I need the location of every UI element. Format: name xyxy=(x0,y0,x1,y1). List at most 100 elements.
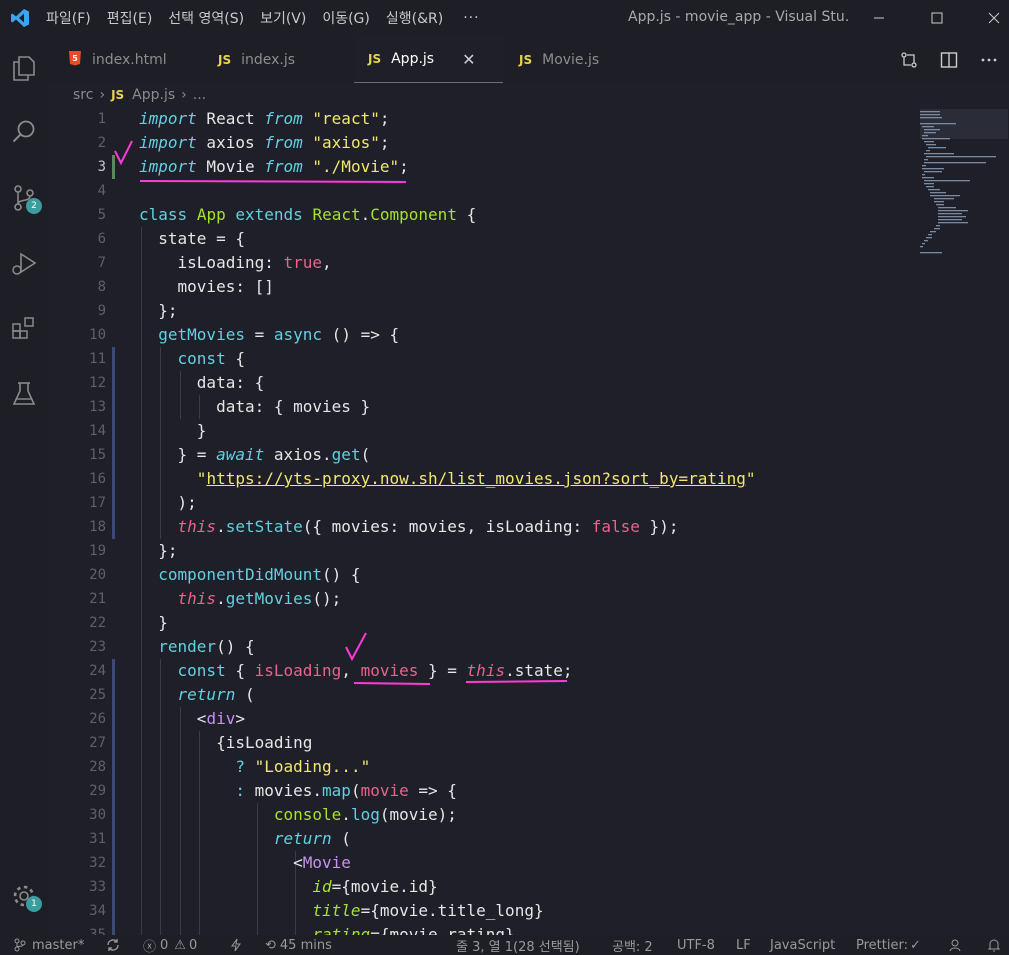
menu-file[interactable]: 파일(F) xyxy=(46,8,91,28)
code-line[interactable]: 13 data: { movies } xyxy=(48,395,918,419)
code-line[interactable]: 1 import React from "react"; xyxy=(48,107,918,131)
compare-changes-icon[interactable] xyxy=(889,51,929,69)
code-text: import axios from "axios"; xyxy=(139,131,389,155)
code-line[interactable]: 30 console.log(movie); xyxy=(48,803,918,827)
code-line[interactable]: 28 ? "Loading..." xyxy=(48,755,918,779)
code-line[interactable]: 11 const { xyxy=(48,347,918,371)
tab-index-html[interactable]: 5 index.html xyxy=(68,36,167,83)
split-editor-icon[interactable] xyxy=(929,51,969,69)
js-file-icon: JS xyxy=(218,52,232,67)
code-line[interactable]: 24 const { isLoading, movies } = this.st… xyxy=(48,659,918,683)
code-line[interactable]: 10 getMovies = async () => { xyxy=(48,323,918,347)
code-line[interactable]: 23 render() { xyxy=(48,635,918,659)
code-line[interactable]: 8 movies: [] xyxy=(48,275,918,299)
notifications-bell-icon[interactable] xyxy=(987,935,1001,955)
breadcrumb-file[interactable]: App.js xyxy=(132,87,175,103)
breadcrumb-more[interactable]: ... xyxy=(193,87,206,103)
html5-icon: 5 xyxy=(68,50,82,69)
code-token: const xyxy=(177,661,226,680)
code-line[interactable]: 21 this.getMovies(); xyxy=(48,587,918,611)
close-window-button[interactable] xyxy=(971,0,1009,36)
problems-indicator[interactable]: ⓧ 0 ⚠ 0 xyxy=(143,935,197,955)
code-token: https://yts-proxy.now.sh/list_movies.jso… xyxy=(206,469,746,488)
menu-more-button[interactable]: ··· xyxy=(463,10,479,26)
tab-app-js[interactable]: JS App.js ✕ xyxy=(354,36,503,83)
search-icon[interactable] xyxy=(0,108,48,156)
code-line[interactable]: 26 <div> xyxy=(48,707,918,731)
code-line[interactable]: 34 title={movie.title_long} xyxy=(48,899,918,923)
code-line[interactable]: 7 isLoading: true, xyxy=(48,251,918,275)
close-tab-icon[interactable]: ✕ xyxy=(462,50,475,69)
source-control-icon[interactable]: 2 xyxy=(0,174,48,222)
code-line[interactable]: 33 id={movie.id} xyxy=(48,875,918,899)
lightning-icon[interactable] xyxy=(230,935,242,955)
cursor-position[interactable]: 줄 3, 열 1(28 선택됨) xyxy=(456,935,580,955)
more-actions-icon[interactable] xyxy=(969,51,1009,69)
end-of-line[interactable]: LF xyxy=(736,935,751,955)
code-line[interactable]: 25 return ( xyxy=(48,683,918,707)
code-line[interactable]: 17 ); xyxy=(48,491,918,515)
code-line[interactable]: 12 data: { xyxy=(48,371,918,395)
menu-go[interactable]: 이동(G) xyxy=(322,8,370,28)
code-token: . xyxy=(360,205,371,224)
code-line[interactable]: 2 import axios from "axios"; xyxy=(48,131,918,155)
menu-view[interactable]: 보기(V) xyxy=(260,8,306,28)
feedback-icon[interactable] xyxy=(948,935,964,955)
code-line[interactable]: 20 componentDidMount() { xyxy=(48,563,918,587)
tab-movie-js[interactable]: JS Movie.js xyxy=(519,36,599,83)
breadcrumb-folder[interactable]: src xyxy=(73,87,93,103)
code-token: ; xyxy=(379,109,390,128)
code-line[interactable]: 14 } xyxy=(48,419,918,443)
extensions-icon[interactable] xyxy=(0,304,48,352)
menu-selection[interactable]: 선택 영역(S) xyxy=(168,8,244,28)
code-token: " xyxy=(745,469,756,488)
prettier-status[interactable]: Prettier: ✓ xyxy=(856,935,921,955)
code-line[interactable]: 4 xyxy=(48,179,918,203)
code-token: from xyxy=(264,109,303,128)
code-editor[interactable]: 1 import React from "react"; 2 import axios… xyxy=(48,107,1009,935)
maximize-button[interactable] xyxy=(914,0,960,36)
code-line[interactable]: 22 } xyxy=(48,611,918,635)
testing-icon[interactable] xyxy=(0,370,48,418)
code-line[interactable]: 35 rating={movie.rating} xyxy=(48,923,918,935)
line-number: 19 xyxy=(89,543,106,559)
menu-edit[interactable]: 편집(E) xyxy=(107,8,153,28)
tab-index-js[interactable]: JS index.js xyxy=(218,36,295,83)
time-tracker[interactable]: ⟲ 45 mins xyxy=(265,935,332,955)
code-line[interactable]: 31 return ( xyxy=(48,827,918,851)
code-line[interactable]: 32 <Movie xyxy=(48,851,918,875)
code-line[interactable]: 5 class App extends React.Component { xyxy=(48,203,918,227)
error-icon: ⓧ xyxy=(143,939,157,955)
code-line[interactable]: 9 }; xyxy=(48,299,918,323)
explorer-icon[interactable] xyxy=(0,44,48,92)
code-token: } xyxy=(139,613,168,632)
code-token: => { xyxy=(408,781,457,800)
menu-run[interactable]: 실행(&R) xyxy=(386,8,443,28)
indentation[interactable]: 공백: 2 xyxy=(612,935,653,955)
code-text: rating={movie.rating} xyxy=(139,923,514,935)
minimap[interactable] xyxy=(918,107,1009,935)
code-line[interactable]: 29 : movies.map(movie => { xyxy=(48,779,918,803)
code-line[interactable]: 6 state = { xyxy=(48,227,918,251)
minimize-button[interactable] xyxy=(856,0,902,36)
code-token: (movie); xyxy=(379,805,457,824)
code-token: ={movie.id} xyxy=(331,877,438,896)
language-mode[interactable]: JavaScript xyxy=(770,935,835,955)
code-line[interactable]: 27 {isLoading xyxy=(48,731,918,755)
code-line[interactable]: 18 this.setState({ movies: movies, isLoa… xyxy=(48,515,918,539)
code-token: ? xyxy=(235,757,245,776)
code-line[interactable]: 15 } = await axios.get( xyxy=(48,443,918,467)
code-line[interactable]: 3 import Movie from "./Movie"; xyxy=(48,155,918,179)
code-token: componentDidMount xyxy=(158,565,323,584)
encoding[interactable]: UTF-8 xyxy=(677,935,715,955)
sync-icon[interactable] xyxy=(105,935,121,955)
run-debug-icon[interactable] xyxy=(0,240,48,288)
branch-indicator[interactable]: master* xyxy=(14,935,84,955)
code-line[interactable]: 19 }; xyxy=(48,539,918,563)
line-number: 18 xyxy=(89,519,106,535)
code-text: const { xyxy=(139,347,245,371)
code-line[interactable]: 16 "https://yts-proxy.now.sh/list_movies… xyxy=(48,467,918,491)
settings-icon[interactable]: 1 xyxy=(0,872,48,920)
